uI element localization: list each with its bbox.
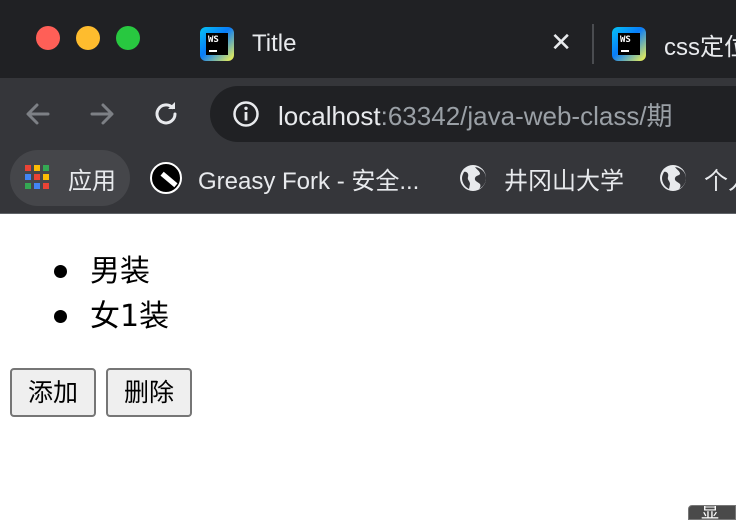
- url-text: localhost:63342/java-web-class/期: [278, 96, 673, 133]
- apps-grid-icon: [24, 164, 52, 192]
- bookmark-greasy-fork[interactable]: Greasy Fork - 安全...: [150, 150, 419, 206]
- address-bar[interactable]: localhost:63342/java-web-class/期: [210, 86, 736, 142]
- tab-strip: WS Title ✕ WS css定位: [0, 0, 736, 78]
- page-content: 男装 女1装 添加 删除 显示: [0, 215, 736, 520]
- window-minimize-button[interactable]: [76, 26, 100, 50]
- list-item-label: 男装: [90, 254, 150, 289]
- bullet-icon: [54, 310, 67, 323]
- back-button[interactable]: [18, 94, 58, 134]
- url-host: localhost: [278, 100, 381, 131]
- bullet-icon: [54, 265, 67, 278]
- bookmark-jinggangshan[interactable]: 井冈山大学: [458, 150, 624, 206]
- item-list: 男装 女1装: [50, 249, 169, 339]
- tab-divider: [592, 24, 594, 64]
- bookmark-jinggangshan-label: 井冈山大学: [504, 167, 624, 195]
- bookmark-personal-label: 个人: [704, 167, 736, 195]
- greasy-fork-icon: [150, 162, 182, 194]
- reload-icon: [155, 102, 177, 125]
- bookmarks-bar: 应用 Greasy Fork - 安全... 井冈山大学 个人: [0, 150, 736, 214]
- bookmark-greasy-fork-label: Greasy Fork - 安全...: [198, 167, 420, 195]
- tab-title-label: Title: [252, 30, 297, 57]
- bookmark-apps[interactable]: 应用: [10, 150, 130, 206]
- corner-tooltip: 显示: [688, 505, 736, 520]
- tab-close-icon[interactable]: ✕: [550, 30, 572, 56]
- globe-icon: [660, 165, 686, 191]
- list-item-label: 女1装: [90, 299, 170, 334]
- webstorm-icon: WS: [612, 27, 646, 61]
- corner-tooltip-text: 显示: [701, 505, 719, 520]
- bookmark-personal[interactable]: 个人: [658, 150, 736, 206]
- delete-button[interactable]: 删除: [106, 368, 192, 417]
- forward-button[interactable]: [82, 94, 122, 134]
- tab-css-position[interactable]: WS css定位: [612, 18, 736, 70]
- list-item: 男装: [50, 249, 169, 294]
- globe-icon: [460, 165, 486, 191]
- tab-css-position-label: css定位: [664, 33, 736, 61]
- back-arrow-icon: [26, 103, 50, 125]
- webstorm-icon: WS: [200, 27, 234, 61]
- window-close-button[interactable]: [36, 26, 60, 50]
- browser-toolbar: localhost:63342/java-web-class/期: [0, 78, 736, 150]
- url-path: :63342/java-web-class/期: [380, 100, 673, 131]
- forward-arrow-icon: [90, 103, 114, 125]
- add-button[interactable]: 添加: [10, 368, 96, 417]
- window-maximize-button[interactable]: [116, 26, 140, 50]
- info-icon[interactable]: [232, 100, 260, 128]
- tab-title[interactable]: WS Title ✕: [200, 18, 590, 70]
- list-item: 女1装: [50, 294, 169, 339]
- reload-button[interactable]: [146, 94, 186, 134]
- bookmark-apps-label: 应用: [68, 167, 116, 195]
